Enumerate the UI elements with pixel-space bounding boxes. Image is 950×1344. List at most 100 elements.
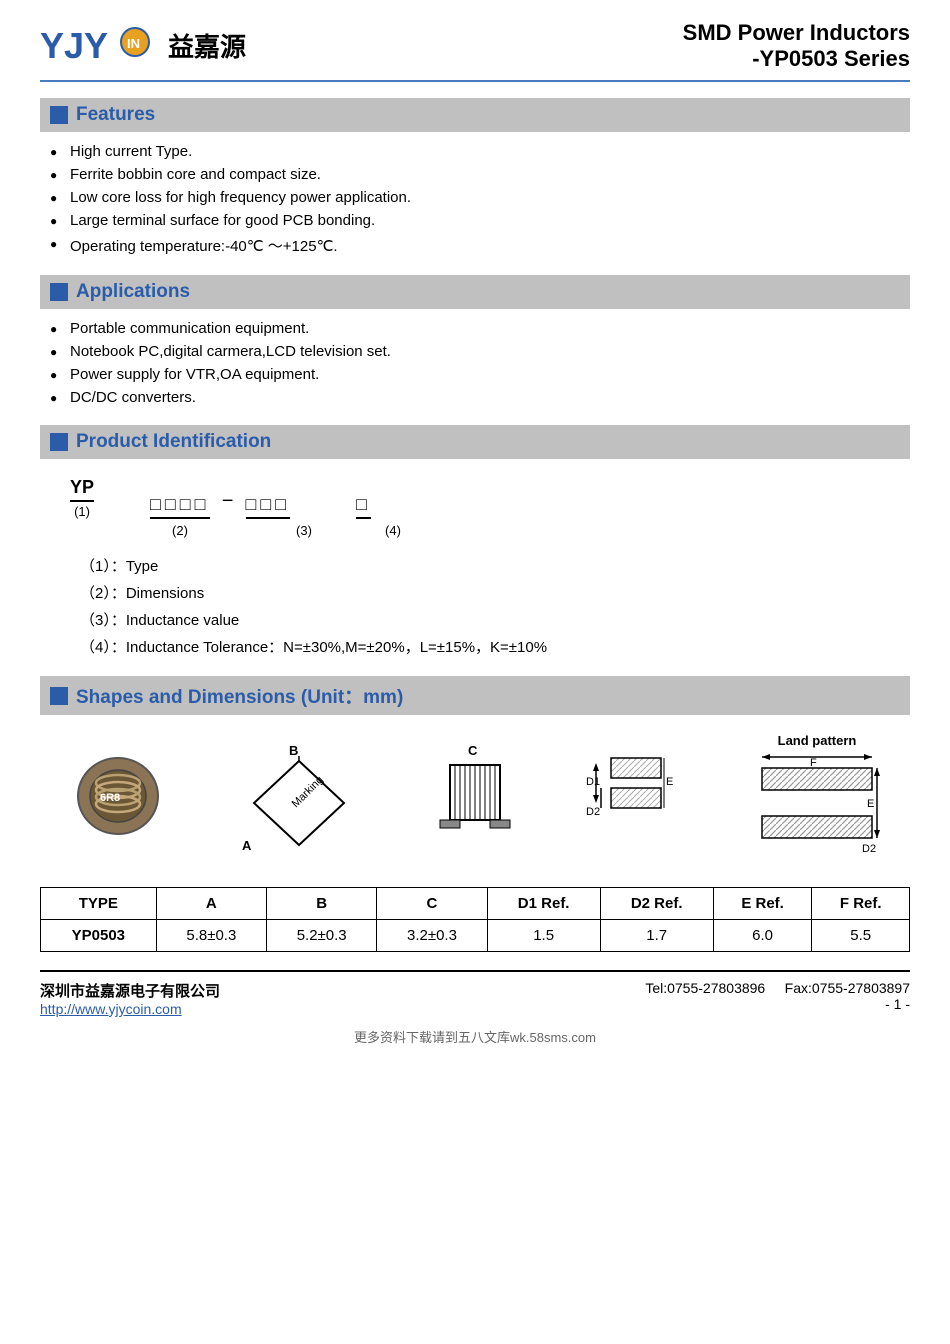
footer-bottom-note: 更多资料下载请到五八文库wk.58sms.com [40, 1027, 910, 1046]
col-type: TYPE [41, 888, 157, 920]
col-f: F Ref. [812, 888, 910, 920]
product-title: SMD Power Inductors -YP0503 Series [683, 20, 910, 72]
diagram-box-4: □ [356, 494, 371, 519]
feature-item-5: Operating temperature:-40℃ ～+125℃. [40, 232, 910, 259]
logo-graphic: YJY IN [40, 20, 160, 70]
diagram-label-1: (1) [70, 504, 94, 519]
shapes-diagrams: 6R8 B Marking A C [40, 723, 910, 877]
page-footer: 深圳市益嘉源电子有限公司 http://www.yjycoin.com Tel:… [40, 970, 910, 1017]
feature-item-4: Large terminal surface for good PCB bond… [40, 209, 910, 232]
app-item-1: Portable communication equipment. [40, 317, 910, 340]
col-e: E Ref. [713, 888, 812, 920]
tel-text: Tel:0755-27803896 [645, 980, 765, 996]
diagram-num-4: (4) [378, 523, 408, 538]
detail-row-2: （2）：Dimensions [80, 579, 910, 606]
cell-a: 5.8±0.3 [156, 920, 266, 952]
product-line1: SMD Power Inductors [683, 20, 910, 46]
svg-text:E: E [867, 798, 874, 810]
features-list: High current Type. Ferrite bobbin core a… [40, 140, 910, 259]
side-view-svg [435, 755, 515, 845]
cell-b: 5.2±0.3 [267, 920, 377, 952]
logo-icon: YJY IN [40, 20, 160, 70]
applications-title: Applications [76, 281, 190, 303]
top-view-diagram: B Marking A [234, 743, 364, 853]
detail-row-4: （4）：Inductance Tolerance：N=±30%,M=±20%，L… [80, 633, 910, 660]
diagram-boxes-2: □□□□ [150, 494, 210, 519]
company-name: 深圳市益嘉源电子有限公司 [40, 980, 220, 1001]
blue-square-icon-2 [50, 283, 68, 301]
feature-item-2: Ferrite bobbin core and compact size. [40, 163, 910, 186]
cell-c: 3.2±0.3 [377, 920, 487, 952]
blue-square-icon-4 [50, 687, 68, 705]
diagram-row: YP (1) □□□□ − □□□ □ [70, 477, 910, 519]
product-id-details: （1）：Type （2）：Dimensions （3）：Inductance v… [80, 552, 910, 660]
logo-area: YJY IN 益嘉源 [40, 20, 246, 70]
inductor-svg: 6R8 [68, 751, 168, 841]
svg-text:IN: IN [127, 36, 140, 51]
svg-text:D2: D2 [862, 843, 876, 855]
front-view-svg: D1 E D2 [586, 743, 686, 848]
cell-d1: 1.5 [487, 920, 600, 952]
col-a: A [156, 888, 266, 920]
land-pattern-svg: F E D2 [752, 752, 882, 862]
cell-type: YP0503 [41, 920, 157, 952]
svg-text:E: E [666, 776, 673, 788]
features-title: Features [76, 104, 155, 126]
product-line2: -YP0503 Series [683, 46, 910, 72]
cell-f: 5.5 [812, 920, 910, 952]
land-pattern-diagram: Land pattern F E D2 [752, 733, 882, 863]
label-a: A [242, 838, 251, 853]
product-id-section-header: Product Identification [40, 425, 910, 459]
top-view-svg: Marking [234, 753, 364, 853]
svg-text:6R8: 6R8 [100, 792, 120, 804]
shapes-title: Shapes and Dimensions (Unit：mm) [76, 682, 403, 709]
app-item-3: Power supply for VTR,OA equipment. [40, 363, 910, 386]
cell-e: 6.0 [713, 920, 812, 952]
svg-text:F: F [810, 757, 817, 769]
feature-item-1: High current Type. [40, 140, 910, 163]
detail-row-3: （3）：Inductance value [80, 606, 910, 633]
website-link[interactable]: http://www.yjycoin.com [40, 1001, 182, 1017]
product-id-title: Product Identification [76, 431, 271, 453]
diagram-cell-2: □□□□ − □□□ [150, 490, 290, 519]
app-item-4: DC/DC converters. [40, 386, 910, 409]
blue-square-icon-3 [50, 433, 68, 451]
applications-list: Portable communication equipment. Notebo… [40, 317, 910, 409]
shapes-section-header: Shapes and Dimensions (Unit：mm) [40, 676, 910, 715]
blue-square-icon [50, 106, 68, 124]
diagram-yp: YP [70, 477, 94, 502]
page-number: - 1 - [885, 996, 910, 1012]
svg-text:D2: D2 [586, 806, 600, 818]
logo-cn-text: 益嘉源 [168, 27, 246, 64]
app-item-2: Notebook PC,digital carmera,LCD televisi… [40, 340, 910, 363]
features-section-header: Features [40, 98, 910, 132]
col-d1: D1 Ref. [487, 888, 600, 920]
diagram-cell-1: YP (1) [70, 477, 94, 519]
diagram-num-2: (2) [130, 523, 230, 538]
svg-text:D1: D1 [586, 776, 600, 788]
feature-item-3: Low core loss for high frequency power a… [40, 186, 910, 209]
col-c: C [377, 888, 487, 920]
detail-row-1: （1）：Type [80, 552, 910, 579]
col-d2: D2 Ref. [600, 888, 713, 920]
diagram-cell-4: □ [356, 494, 371, 519]
page-header: YJY IN 益嘉源 SMD Power Inductors -YP0503 S… [40, 20, 910, 82]
land-pattern-label: Land pattern [752, 733, 882, 748]
inductor-photo: 6R8 [68, 751, 168, 845]
table-row: YP0503 5.8±0.3 5.2±0.3 3.2±0.3 1.5 1.7 6… [41, 920, 910, 952]
cell-d2: 1.7 [600, 920, 713, 952]
applications-section-header: Applications [40, 275, 910, 309]
side-view-diagram: C [430, 743, 520, 853]
svg-text:Marking: Marking [290, 774, 326, 810]
front-view-diagram: D1 E D2 [586, 743, 686, 853]
footer-left: 深圳市益嘉源电子有限公司 http://www.yjycoin.com [40, 980, 220, 1017]
footer-right: Tel:0755-27803896 Fax:0755-27803897 - 1 … [645, 980, 910, 1012]
svg-text:YJY: YJY [40, 25, 108, 66]
product-id-diagram: YP (1) □□□□ − □□□ □ (2) (3) (4) [70, 477, 910, 538]
dimensions-table: TYPE A B C D1 Ref. D2 Ref. E Ref. F Ref.… [40, 887, 910, 952]
fax-text: Fax:0755-27803897 [785, 980, 910, 996]
table-header-row: TYPE A B C D1 Ref. D2 Ref. E Ref. F Ref. [41, 888, 910, 920]
col-b: B [267, 888, 377, 920]
diagram-boxes-3: □□□ [246, 494, 291, 519]
diagram-num-3: (3) [264, 523, 344, 538]
